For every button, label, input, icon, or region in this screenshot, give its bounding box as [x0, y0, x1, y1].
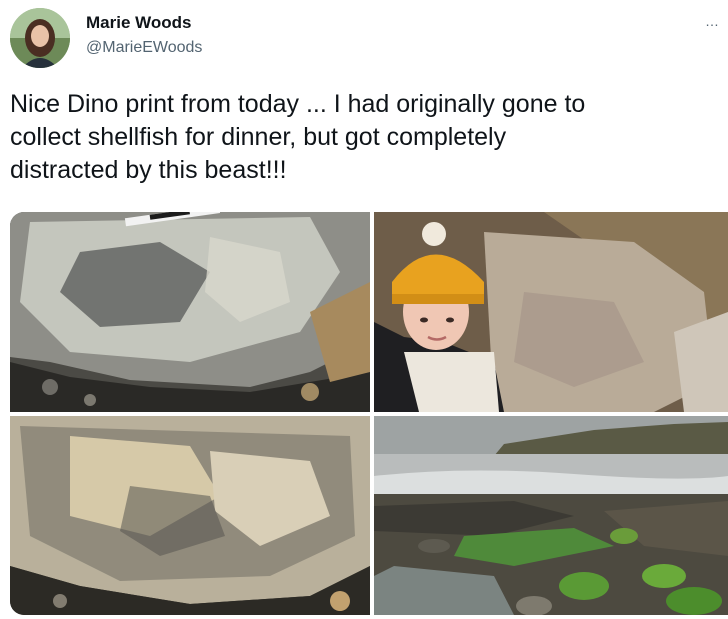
photo-image — [10, 416, 370, 615]
photo-shoreline[interactable] — [374, 416, 728, 615]
more-options-icon[interactable]: … — [696, 14, 720, 28]
photo-selfie[interactable] — [374, 212, 728, 412]
photo-image — [374, 212, 728, 412]
avatar-image — [10, 8, 70, 68]
tweet-text: Nice Dino print from today ... I had ori… — [10, 90, 586, 184]
photo-image — [10, 212, 370, 412]
display-name[interactable]: Marie Woods — [86, 12, 202, 34]
author-names: Marie Woods @MarieEWoods — [86, 12, 202, 59]
photo-image — [374, 416, 728, 615]
tweet: Marie Woods @MarieEWoods … Nice Dino pri… — [0, 0, 728, 619]
photo-dino-print-scale[interactable] — [10, 212, 370, 412]
tweet-header: Marie Woods @MarieEWoods … — [10, 8, 728, 68]
media-grid — [10, 212, 728, 615]
photo-dino-print-closeup[interactable] — [10, 416, 370, 615]
user-handle[interactable]: @MarieEWoods — [86, 37, 202, 59]
avatar[interactable] — [10, 8, 70, 68]
